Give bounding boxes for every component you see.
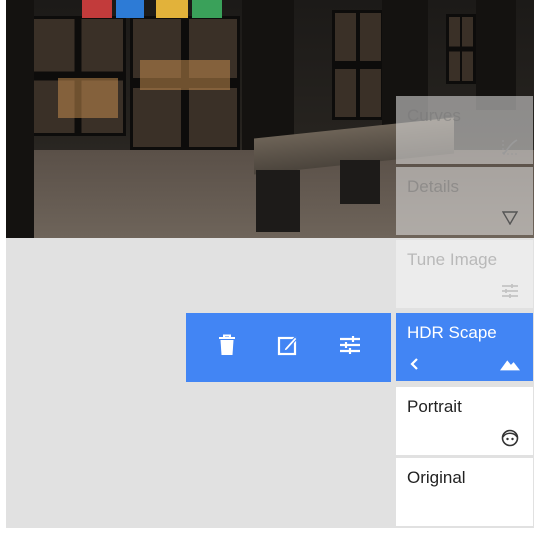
delete-button[interactable] — [207, 328, 247, 368]
tune-sliders-icon — [500, 282, 520, 300]
filter-item-curves[interactable]: Curves — [396, 96, 533, 164]
edit-button[interactable] — [268, 328, 308, 368]
photo-bench-leg — [340, 160, 380, 204]
photo-window-glow — [58, 78, 118, 118]
photo-art — [82, 0, 112, 18]
tune-button[interactable] — [330, 328, 370, 368]
photo-bench-leg — [256, 170, 300, 232]
filter-action-bar — [186, 313, 391, 382]
photo-art — [116, 0, 144, 18]
trash-icon — [218, 334, 236, 361]
mountain-icon — [500, 355, 520, 373]
photo-art — [192, 0, 222, 18]
chevron-left-icon[interactable] — [407, 357, 421, 371]
edit-icon — [277, 334, 299, 361]
editor-canvas: Curves Details Tune Image HDR Scape Port… — [6, 0, 534, 528]
photo-pillar — [476, 0, 516, 110]
filter-item-portrait[interactable]: Portrait — [396, 387, 533, 455]
filter-label: Original — [407, 468, 466, 487]
photo-pillar — [242, 0, 294, 150]
photo-window — [332, 10, 384, 120]
filter-item-tune-image[interactable]: Tune Image — [396, 240, 533, 308]
photo-pillar — [6, 0, 34, 238]
filter-label: Details — [407, 177, 459, 196]
filter-item-original[interactable]: Original — [396, 458, 533, 526]
face-icon — [500, 429, 520, 447]
filter-label: Portrait — [407, 397, 462, 416]
filter-label: HDR Scape — [407, 323, 497, 342]
photo-art — [156, 0, 188, 18]
triangle-down-icon — [500, 209, 520, 227]
filter-label: Tune Image — [407, 250, 498, 269]
filter-item-hdr-scape[interactable]: HDR Scape — [396, 313, 533, 381]
photo-window — [30, 16, 126, 136]
photo-window-glow — [140, 60, 230, 90]
photo-window — [446, 14, 476, 84]
curves-icon — [500, 138, 520, 156]
filter-item-details[interactable]: Details — [396, 167, 533, 235]
filter-label: Curves — [407, 106, 461, 125]
tune-sliders-icon — [339, 335, 361, 360]
